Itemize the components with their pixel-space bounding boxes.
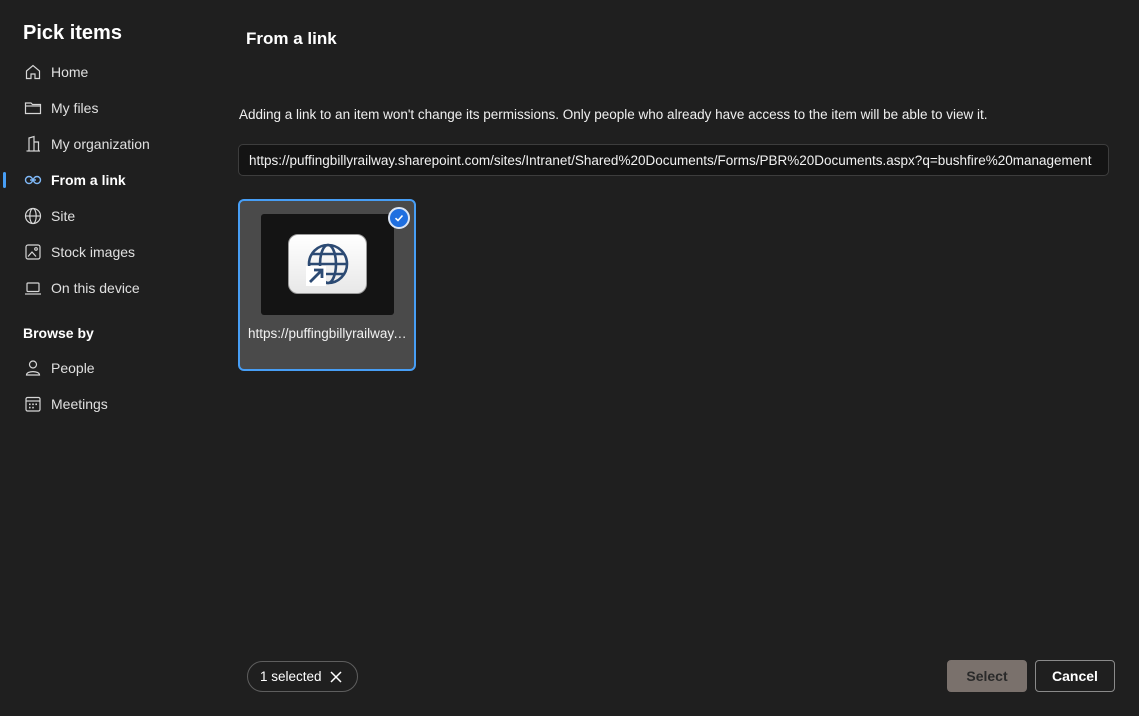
sidebar-item-home[interactable]: Home: [0, 56, 210, 88]
sidebar-item-label: My organization: [51, 136, 150, 152]
permissions-notice: Adding a link to an item won't change it…: [239, 107, 988, 122]
page-title: From a link: [246, 29, 337, 48]
sidebar-item-my-files[interactable]: My files: [0, 92, 210, 124]
selected-count: 1 selected: [260, 669, 322, 684]
browse-by-heading: Browse by: [23, 325, 94, 341]
sidebar-item-label: People: [51, 360, 95, 376]
sidebar: Pick items Home My files My organization…: [0, 0, 220, 716]
link-icon: [24, 171, 42, 189]
sidebar-item-label: My files: [51, 100, 99, 116]
file-picker-dialog: Pick items Home My files My organization…: [0, 0, 1139, 716]
link-item-tile[interactable]: https://puffingbillyrailway.sharepoint.c…: [238, 199, 416, 371]
link-url-input[interactable]: [238, 144, 1109, 176]
calendar-icon: [24, 395, 42, 413]
person-icon: [24, 359, 42, 377]
sidebar-item-my-organization[interactable]: My organization: [0, 128, 210, 160]
image-icon: [24, 243, 42, 261]
laptop-icon: [24, 279, 42, 297]
folder-icon: [24, 99, 42, 117]
globe-link-icon: [288, 234, 367, 294]
cancel-button[interactable]: Cancel: [1035, 660, 1115, 692]
sidebar-item-label: Site: [51, 208, 76, 224]
sidebar-item-site[interactable]: Site: [0, 200, 210, 232]
sidebar-item-label: Stock images: [51, 244, 136, 260]
sidebar-item-label: From a link: [51, 172, 126, 188]
sidebar-item-from-a-link[interactable]: From a link: [0, 164, 210, 196]
sidebar-item-people[interactable]: People: [0, 352, 210, 384]
sidebar-item-meetings[interactable]: Meetings: [0, 388, 210, 420]
sidebar-item-label: Home: [51, 64, 89, 80]
sidebar-item-on-this-device[interactable]: On this device: [0, 272, 210, 304]
sidebar-item-label: Meetings: [51, 396, 108, 412]
globe-icon: [24, 207, 42, 225]
sidebar-item-label: On this device: [51, 280, 140, 296]
selected-count-pill[interactable]: 1 selected: [247, 661, 358, 692]
sidebar-item-stock-images[interactable]: Stock images: [0, 236, 210, 268]
tile-thumbnail: [261, 214, 394, 315]
tile-name: https://puffingbillyrailway.sharepoint.c…: [248, 326, 408, 341]
home-icon: [24, 63, 42, 81]
clear-selection-icon[interactable]: [329, 670, 343, 684]
select-button[interactable]: Select: [947, 660, 1027, 692]
building-icon: [24, 135, 42, 153]
dialog-title: Pick items: [23, 22, 122, 44]
selected-check-icon[interactable]: [388, 207, 410, 229]
